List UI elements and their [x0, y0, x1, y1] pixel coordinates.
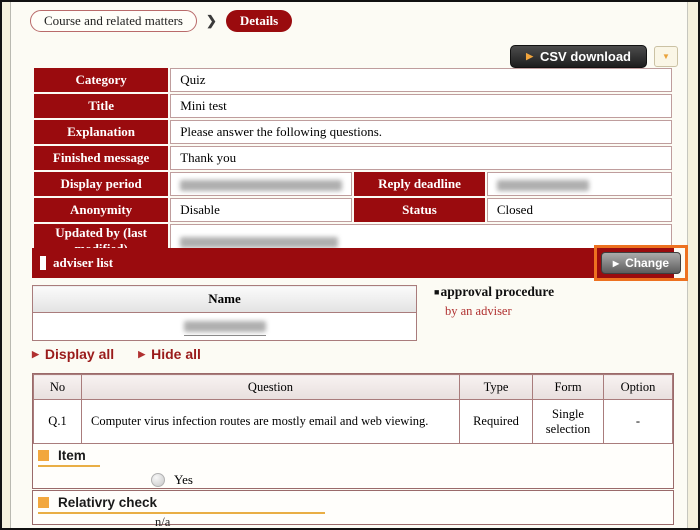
approval-procedure-value: by an adviser	[445, 304, 554, 319]
details-table: Category Quiz Title Mini test Explanatio…	[32, 66, 674, 260]
row-label: Anonymity	[34, 198, 168, 222]
display-all-link[interactable]: ▶ Display all	[32, 346, 114, 362]
question-type: Required	[460, 400, 533, 444]
orange-square-icon	[38, 497, 49, 508]
blurred-text	[180, 180, 342, 191]
section-underline	[38, 465, 100, 467]
section-underline	[38, 512, 325, 514]
row-value: Quiz	[170, 68, 672, 92]
redacted-value	[170, 172, 352, 196]
left-margin-strip	[2, 2, 11, 528]
adviser-list-label: adviser list	[53, 255, 113, 271]
section-marker-icon	[40, 256, 46, 270]
radio-label-yes: Yes	[174, 472, 193, 488]
approval-procedure-title: ■ approval procedure	[434, 284, 554, 300]
adviser-name-cell	[33, 313, 417, 341]
table-row: Q.1 Computer virus infection routes are …	[34, 400, 673, 444]
approval-procedure: ■ approval procedure by an adviser	[434, 284, 554, 319]
page-frame: Course and related matters ❯ Details ▶ C…	[0, 0, 700, 530]
relativity-section-title: Relativry check	[58, 495, 157, 510]
question-form: Single selection	[533, 400, 604, 444]
row-value: Mini test	[170, 94, 672, 118]
row-value: Closed	[487, 198, 672, 222]
relativity-section-header: Relativry check	[33, 491, 673, 510]
item-section-header: Item	[33, 444, 673, 463]
play-icon: ▶	[138, 349, 145, 360]
table-row: Explanation Please answer the following …	[34, 120, 672, 144]
table-row: Finished message Thank you	[34, 146, 672, 170]
column-header-no: No	[34, 375, 82, 400]
square-bullet-icon: ■	[434, 287, 439, 297]
row-label: Reply deadline	[354, 172, 485, 196]
quick-links: ▶ Display all ▶ Hide all	[32, 346, 201, 362]
redacted-value	[487, 172, 672, 196]
relativity-check-section: Relativry check n/a	[32, 490, 674, 525]
row-value: Please answer the following questions.	[170, 120, 672, 144]
breadcrumb: Course and related matters ❯ Details	[30, 10, 292, 32]
change-button[interactable]: ▶ Change	[601, 252, 681, 274]
column-header-question: Question	[82, 375, 460, 400]
question-text: Computer virus infection routes are most…	[82, 400, 460, 444]
table-row: Anonymity Disable Status Closed	[34, 198, 672, 222]
adviser-name-table: Name	[32, 285, 417, 341]
right-margin-strip	[687, 2, 698, 528]
table-row: Category Quiz	[34, 68, 672, 92]
dropdown-toggle-button[interactable]: ▼	[654, 46, 678, 67]
relativity-check-value: n/a	[155, 515, 673, 530]
play-icon: ▶	[32, 349, 39, 360]
row-value: Thank you	[170, 146, 672, 170]
chevron-down-icon: ▼	[662, 52, 670, 61]
table-row: Display period Reply deadline	[34, 172, 672, 196]
question-table: No Question Type Form Option Q.1 Compute…	[33, 374, 673, 444]
blurred-text	[180, 237, 338, 248]
csv-download-button[interactable]: ▶ CSV download	[510, 45, 647, 68]
play-icon: ▶	[613, 259, 619, 268]
item-section-title: Item	[58, 448, 86, 463]
csv-download-label: CSV download	[540, 49, 631, 64]
highlight-annotation: ▶ Change	[594, 245, 688, 281]
row-value: Disable	[170, 198, 352, 222]
row-label: Title	[34, 94, 168, 118]
row-label: Explanation	[34, 120, 168, 144]
question-option: -	[604, 400, 673, 444]
orange-square-icon	[38, 450, 49, 461]
change-label: Change	[625, 256, 669, 270]
toolbar: ▶ CSV download ▼	[510, 45, 678, 68]
adviser-name-link[interactable]	[184, 318, 266, 336]
adviser-list-title: adviser list	[40, 255, 113, 271]
breadcrumb-current: Details	[226, 10, 292, 32]
radio-button-yes[interactable]	[151, 473, 165, 487]
hide-all-link[interactable]: ▶ Hide all	[138, 346, 201, 362]
play-icon: ▶	[526, 51, 533, 62]
row-label: Status	[354, 198, 485, 222]
table-row: Title Mini test	[34, 94, 672, 118]
adviser-list-header: adviser list ▶ Change	[32, 248, 674, 278]
blurred-text	[184, 321, 266, 332]
table-header-row: No Question Type Form Option	[34, 375, 673, 400]
answer-option-row: Yes	[151, 472, 673, 488]
blurred-text	[497, 180, 589, 191]
breadcrumb-parent[interactable]: Course and related matters	[30, 10, 197, 32]
name-column-header: Name	[33, 286, 417, 313]
row-label: Display period	[34, 172, 168, 196]
column-header-type: Type	[460, 375, 533, 400]
table-row	[33, 313, 417, 341]
row-label: Finished message	[34, 146, 168, 170]
row-label: Category	[34, 68, 168, 92]
column-header-option: Option	[604, 375, 673, 400]
question-no: Q.1	[34, 400, 82, 444]
question-section: No Question Type Form Option Q.1 Compute…	[32, 373, 674, 489]
chevron-right-icon: ❯	[206, 13, 217, 29]
column-header-form: Form	[533, 375, 604, 400]
